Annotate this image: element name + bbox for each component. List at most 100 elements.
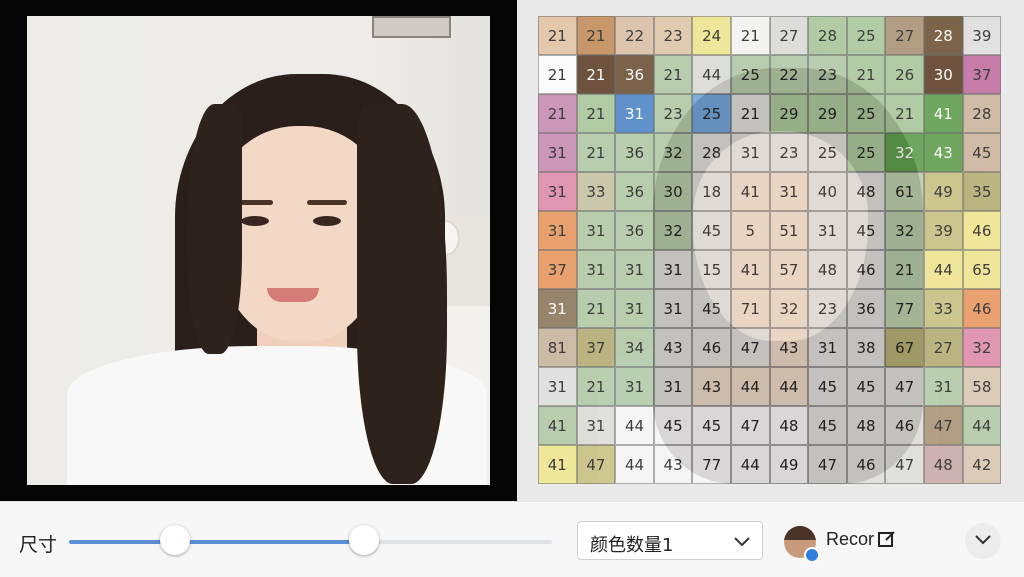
- mosaic-cell: 21: [576, 94, 616, 133]
- mosaic-cell: 21: [653, 55, 693, 94]
- mosaic-cell: 21: [730, 94, 770, 133]
- color-count-label: 颜色数量1: [590, 535, 674, 556]
- mosaic-cell: 41: [538, 445, 577, 484]
- record-button-label[interactable]: Recor: [826, 529, 874, 550]
- mosaic-cell: 47: [576, 445, 616, 484]
- mosaic-cell: 29: [808, 94, 847, 133]
- mosaic-cell: 31: [808, 328, 847, 367]
- mosaic-cell: 39: [962, 16, 1002, 55]
- mosaic-cell: 46: [846, 250, 886, 289]
- mosaic-cell: 25: [846, 94, 886, 133]
- mosaic-cell: 44: [730, 445, 770, 484]
- mosaic-cell: 45: [653, 406, 693, 445]
- mosaic-cell: 35: [962, 172, 1002, 211]
- mosaic-cell: 45: [692, 406, 731, 445]
- mosaic-cell: 32: [885, 133, 924, 172]
- mosaic-cell: 49: [923, 172, 963, 211]
- mosaic-cell: 32: [653, 211, 693, 250]
- mosaic-cell: 46: [962, 289, 1002, 328]
- color-count-select[interactable]: 颜色数量1: [577, 521, 763, 560]
- mosaic-cell: 21: [538, 16, 577, 55]
- mosaic-cell: 37: [538, 250, 577, 289]
- original-photo: [27, 16, 490, 485]
- mosaic-cell: 21: [885, 250, 924, 289]
- mosaic-cell: 25: [692, 94, 731, 133]
- mosaic-cell: 45: [846, 211, 886, 250]
- mosaic-cell: 45: [808, 406, 847, 445]
- mosaic-cell: 43: [653, 328, 693, 367]
- size-slider-thumb-end[interactable]: [348, 525, 379, 555]
- mosaic-cell: 31: [576, 250, 616, 289]
- mosaic-cell: 36: [615, 133, 654, 172]
- mosaic-cell: 32: [769, 289, 809, 328]
- mosaic-cell: 40: [808, 172, 847, 211]
- size-slider-fill: [69, 540, 364, 544]
- mosaic-cell: 25: [730, 55, 770, 94]
- mosaic-cell: 47: [730, 328, 770, 367]
- mosaic-cell: 43: [923, 133, 963, 172]
- mosaic-preview: 21 21 22 23 24 21 27 28 25 27 28 39 21 21 36 21 44 25 22 23…: [538, 16, 1002, 484]
- mosaic-cell: 21: [730, 16, 770, 55]
- size-slider[interactable]: [69, 540, 552, 544]
- mosaic-cell: 21: [576, 367, 616, 406]
- mosaic-cell: 44: [692, 55, 731, 94]
- mosaic-cell: 58: [962, 367, 1002, 406]
- mosaic-cell: 32: [885, 211, 924, 250]
- mosaic-cell: 23: [808, 289, 847, 328]
- mosaic-cell: 48: [846, 406, 886, 445]
- hair-strand-right: [357, 104, 447, 484]
- mosaic-cell: 26: [885, 55, 924, 94]
- original-photo-panel: [0, 0, 517, 501]
- mosaic-cell: 22: [769, 55, 809, 94]
- mosaic-cell: 36: [615, 172, 654, 211]
- mosaic-cell: 41: [730, 250, 770, 289]
- mosaic-cell: 36: [615, 55, 654, 94]
- mosaic-cell: 41: [538, 406, 577, 445]
- mosaic-cell: 46: [885, 406, 924, 445]
- mosaic-cell: 48: [923, 445, 963, 484]
- mosaic-cell: 28: [692, 133, 731, 172]
- more-chevron-button[interactable]: [965, 523, 1001, 559]
- mosaic-cell: 15: [692, 250, 731, 289]
- mosaic-cell: 45: [846, 367, 886, 406]
- mosaic-cell: 44: [962, 406, 1002, 445]
- mosaic-cell: 51: [769, 211, 809, 250]
- mosaic-cell: 31: [653, 289, 693, 328]
- mosaic-cell: 31: [808, 211, 847, 250]
- mosaic-cell: 23: [653, 94, 693, 133]
- size-slider-thumb-start[interactable]: [160, 525, 191, 555]
- mosaic-cell: 31: [538, 172, 577, 211]
- mosaic-cell: 34: [615, 328, 654, 367]
- mosaic-cell: 67: [885, 328, 924, 367]
- mosaic-cell: 47: [730, 406, 770, 445]
- mosaic-cell: 41: [730, 172, 770, 211]
- mosaic-cell: 45: [808, 367, 847, 406]
- mosaic-cell: 28: [962, 94, 1002, 133]
- mosaic-cell: 45: [962, 133, 1002, 172]
- mosaic-cell: 27: [769, 16, 809, 55]
- chevron-down-icon: [734, 534, 750, 552]
- bottom-toolbar: 尺寸 颜色数量1 Recor: [0, 501, 1024, 577]
- mosaic-cell: 21: [576, 133, 616, 172]
- mosaic-cell: 44: [769, 367, 809, 406]
- mosaic-cell: 44: [615, 406, 654, 445]
- left-eye: [241, 216, 269, 226]
- mosaic-cell: 31: [615, 250, 654, 289]
- mosaic-cell: 31: [769, 172, 809, 211]
- mosaic-cell: 21: [885, 94, 924, 133]
- mosaic-cell: 77: [692, 445, 731, 484]
- mosaic-cell: 47: [885, 367, 924, 406]
- mosaic-cell: 32: [962, 328, 1002, 367]
- mosaic-cell: 81: [538, 328, 577, 367]
- size-label: 尺寸: [19, 534, 58, 556]
- mosaic-cell: 25: [846, 16, 886, 55]
- mosaic-cell: 61: [885, 172, 924, 211]
- mosaic-cell: 46: [962, 211, 1002, 250]
- edit-icon[interactable]: [878, 530, 896, 553]
- mosaic-cell: 37: [576, 328, 616, 367]
- mosaic-cell: 18: [692, 172, 731, 211]
- mosaic-cell: 31: [538, 133, 577, 172]
- mosaic-cell: 30: [923, 55, 963, 94]
- mosaic-cell: 5: [730, 211, 770, 250]
- mosaic-cell: 31: [653, 250, 693, 289]
